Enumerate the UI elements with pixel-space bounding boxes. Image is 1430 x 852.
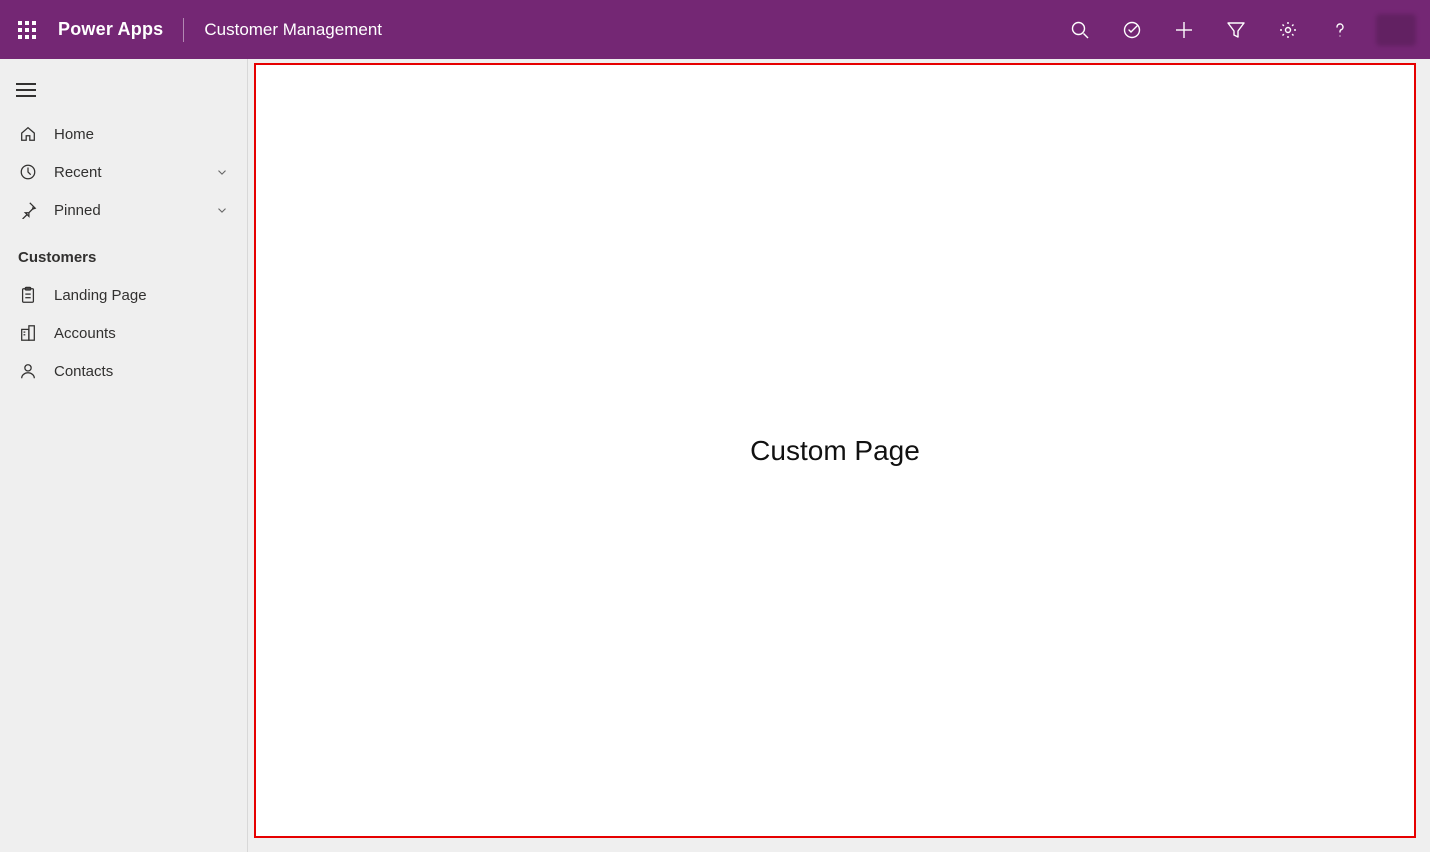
- sidebar-item-landing-page[interactable]: Landing Page: [0, 276, 247, 314]
- sidebar-item-home[interactable]: Home: [0, 115, 247, 153]
- sidebar-item-pinned[interactable]: Pinned: [0, 191, 247, 229]
- search-icon[interactable]: [1058, 8, 1102, 52]
- main-area: Custom Page: [248, 59, 1430, 852]
- filter-icon[interactable]: [1214, 8, 1258, 52]
- custom-page-canvas: Custom Page: [254, 63, 1416, 838]
- clipboard-icon: [18, 286, 38, 304]
- user-avatar[interactable]: [1376, 14, 1416, 46]
- brand-label: Power Apps: [58, 19, 163, 40]
- hamburger-icon[interactable]: [0, 69, 247, 115]
- sidebar-section-customers: Customers: [0, 229, 247, 276]
- sidebar-item-label: Accounts: [54, 325, 229, 342]
- help-icon[interactable]: [1318, 8, 1362, 52]
- building-icon: [18, 324, 38, 342]
- clock-icon: [18, 163, 38, 181]
- top-header: Power Apps Customer Management: [0, 0, 1430, 59]
- sidebar-item-label: Pinned: [54, 202, 215, 219]
- left-sidebar: Home Recent Pinned Custo: [0, 59, 248, 852]
- sidebar-item-label: Recent: [54, 164, 215, 181]
- settings-icon[interactable]: [1266, 8, 1310, 52]
- pin-icon: [18, 201, 38, 219]
- add-icon[interactable]: [1162, 8, 1206, 52]
- header-left: Power Apps Customer Management: [14, 17, 382, 43]
- sidebar-item-accounts[interactable]: Accounts: [0, 314, 247, 352]
- header-right: [1058, 8, 1416, 52]
- sidebar-item-label: Landing Page: [54, 287, 229, 304]
- app-launcher-icon[interactable]: [14, 17, 40, 43]
- chevron-down-icon: [215, 203, 229, 217]
- app-shell: Home Recent Pinned Custo: [0, 59, 1430, 852]
- task-icon[interactable]: [1110, 8, 1154, 52]
- sidebar-item-recent[interactable]: Recent: [0, 153, 247, 191]
- sidebar-item-label: Home: [54, 126, 229, 143]
- sidebar-item-label: Contacts: [54, 363, 229, 380]
- canvas-title: Custom Page: [750, 435, 920, 467]
- sidebar-item-contacts[interactable]: Contacts: [0, 352, 247, 390]
- app-name-label: Customer Management: [204, 20, 382, 40]
- person-icon: [18, 362, 38, 380]
- chevron-down-icon: [215, 165, 229, 179]
- header-divider: [183, 18, 184, 42]
- home-icon: [18, 125, 38, 143]
